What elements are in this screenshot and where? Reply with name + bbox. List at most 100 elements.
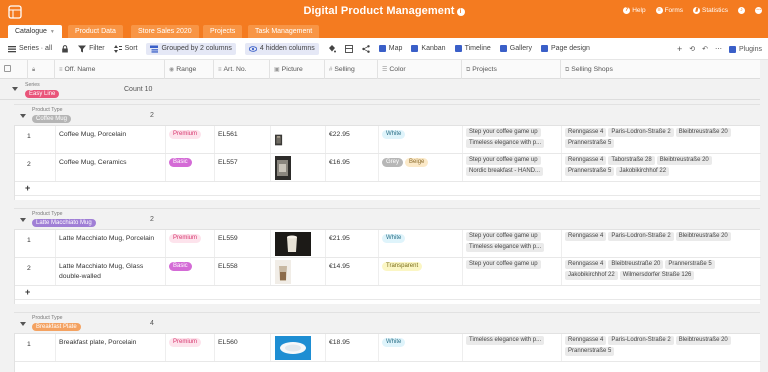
shop-link[interactable]: Bleibtreustraße 20 bbox=[656, 156, 712, 165]
project-link[interactable]: Nordic breakfast - HAND... bbox=[466, 167, 544, 176]
art-no-cell[interactable]: EL557 bbox=[215, 154, 271, 181]
shop-link[interactable]: Wilmersdorfer Straße 126 bbox=[619, 271, 695, 280]
project-link[interactable]: Step your coffee game up bbox=[466, 156, 541, 165]
art-no-cell[interactable]: EL558 bbox=[215, 258, 271, 285]
tab-task-management[interactable]: Task Management bbox=[248, 25, 320, 38]
shop-link[interactable]: Bleibtreustraße 20 bbox=[608, 260, 664, 269]
shop-link[interactable]: Jakobikirchhof 22 bbox=[616, 167, 670, 176]
filter-button[interactable]: Filter bbox=[78, 45, 105, 53]
table-row[interactable]: 1 Breakfast plate, Porcelain Premium EL5… bbox=[15, 334, 761, 362]
collapse-icon[interactable] bbox=[20, 218, 26, 222]
shop-link[interactable]: Taborstraße 28 bbox=[608, 156, 655, 165]
select-all-checkbox[interactable] bbox=[0, 60, 28, 79]
projects-cell[interactable]: Timeless elegance with p... bbox=[463, 334, 562, 361]
vertical-scrollbar[interactable] bbox=[760, 60, 768, 372]
tab-projects[interactable]: Projects bbox=[203, 25, 243, 38]
shop-link[interactable]: Renngasse 4 bbox=[565, 336, 607, 345]
row-height-button[interactable] bbox=[344, 44, 353, 53]
timeline-button[interactable]: Timeline bbox=[454, 45, 491, 52]
picture-cell[interactable] bbox=[271, 154, 326, 181]
color-rows-button[interactable] bbox=[328, 44, 336, 53]
range-cell[interactable]: Basic bbox=[166, 154, 215, 181]
add-row-button[interactable]: + bbox=[15, 286, 761, 300]
undo-icon[interactable]: ↶ bbox=[702, 45, 708, 53]
column-off-name[interactable]: ≡ Off. Name bbox=[55, 60, 165, 79]
range-cell[interactable]: Premium bbox=[166, 334, 215, 361]
projects-cell[interactable]: Step your coffee game up bbox=[463, 258, 562, 285]
selling-shops-cell[interactable]: Renngasse 4 Paris-Lodron-Straße 2 Bleibtre… bbox=[562, 126, 761, 153]
picture-cell[interactable] bbox=[271, 230, 326, 257]
product-type-group-header[interactable]: Product Type Latte Macchiato Mug 2 bbox=[14, 208, 760, 230]
color-cell[interactable]: White bbox=[379, 126, 463, 153]
tab-catalogue[interactable]: Catalogue ▼ bbox=[8, 25, 62, 38]
art-no-cell[interactable]: EL561 bbox=[215, 126, 271, 153]
art-no-cell[interactable]: EL560 bbox=[215, 334, 271, 361]
shop-link[interactable]: Prannerstraße 5 bbox=[565, 139, 615, 148]
page-design-button[interactable]: Page design bbox=[540, 45, 590, 52]
column-selling[interactable]: # Selling bbox=[325, 60, 378, 79]
chevron-down-icon[interactable]: ▼ bbox=[50, 29, 55, 35]
off-name-cell[interactable]: Latte Macchiato Mug, Glass double-walled bbox=[56, 258, 166, 285]
view-selector[interactable]: Series · all bbox=[8, 45, 52, 53]
shop-link[interactable]: Prannerstraße 5 bbox=[565, 347, 615, 356]
shop-link[interactable]: Jakobikirchhof 22 bbox=[565, 271, 618, 280]
gallery-button[interactable]: Gallery bbox=[499, 45, 532, 52]
selling-shops-cell[interactable]: Renngasse 4 Bleibtreustraße 20 Prannerstra… bbox=[562, 258, 761, 285]
info-icon[interactable]: i bbox=[456, 8, 465, 16]
column-selling-shops[interactable]: ⧉ Selling Shops bbox=[561, 60, 760, 79]
color-cell[interactable]: Transparent bbox=[379, 258, 463, 285]
shop-link[interactable]: Prannerstraße 5 bbox=[665, 260, 715, 269]
sort-button[interactable]: Sort bbox=[113, 44, 137, 53]
group-button[interactable]: Grouped by 2 columns bbox=[146, 42, 236, 55]
selling-shops-cell[interactable]: Renngasse 4 Paris-Lodron-Straße 2 Bleibtre… bbox=[562, 230, 761, 257]
notifications-button[interactable]: ♪ bbox=[738, 7, 745, 14]
selling-cell[interactable]: €14.95 bbox=[326, 258, 379, 285]
shop-link[interactable]: Renngasse 4 bbox=[565, 260, 607, 269]
hidden-columns-button[interactable]: 4 hidden columns bbox=[244, 42, 319, 55]
off-name-cell[interactable]: Latte Macchiato Mug, Porcelain bbox=[56, 230, 166, 257]
tab-store-sales[interactable]: Store Sales 2020 bbox=[131, 25, 199, 38]
range-cell[interactable]: Basic bbox=[166, 258, 215, 285]
shop-link[interactable]: Bleibtreustraße 20 bbox=[675, 232, 731, 241]
series-group-header[interactable]: Series Easy Line Count 10 bbox=[0, 79, 760, 100]
range-cell[interactable]: Premium bbox=[166, 126, 215, 153]
shop-link[interactable]: Renngasse 4 bbox=[565, 156, 607, 165]
table-row[interactable]: 1 Latte Macchiato Mug, Porcelain Premium… bbox=[15, 230, 761, 258]
art-no-cell[interactable]: EL559 bbox=[215, 230, 271, 257]
project-link[interactable]: Timeless elegance with p... bbox=[466, 336, 545, 345]
project-link[interactable]: Step your coffee game up bbox=[466, 232, 541, 241]
column-color[interactable]: ☰ Color bbox=[378, 60, 462, 79]
picture-cell[interactable] bbox=[271, 258, 326, 285]
range-cell[interactable]: Premium bbox=[166, 230, 215, 257]
table-row[interactable]: 2 Latte Macchiato Mug, Glass double-wall… bbox=[15, 258, 761, 286]
map-button[interactable]: Map bbox=[378, 45, 402, 52]
kanban-button[interactable]: Kanban bbox=[411, 45, 446, 52]
color-cell[interactable]: White bbox=[379, 334, 463, 361]
project-link[interactable]: Timeless elegance with p... bbox=[466, 139, 545, 148]
column-art-no[interactable]: ≡ Art. No. bbox=[214, 60, 270, 79]
project-link[interactable]: Timeless elegance with p... bbox=[466, 243, 545, 252]
off-name-cell[interactable]: Coffee Mug, Ceramics bbox=[56, 154, 166, 181]
projects-cell[interactable]: Step your coffee game up Nordic breakfast… bbox=[463, 154, 562, 181]
projects-cell[interactable]: Step your coffee game up Timeless eleganc… bbox=[463, 126, 562, 153]
more-button[interactable]: ⋯ bbox=[755, 7, 762, 14]
selling-cell[interactable]: €21.95 bbox=[326, 230, 379, 257]
selling-cell[interactable]: €16.95 bbox=[326, 154, 379, 181]
off-name-cell[interactable]: Coffee Mug, Porcelain bbox=[56, 126, 166, 153]
shop-link[interactable]: Prannerstraße 5 bbox=[565, 167, 615, 176]
color-cell[interactable]: White bbox=[379, 230, 463, 257]
shop-link[interactable]: Renngasse 4 bbox=[565, 128, 607, 137]
shop-link[interactable]: Paris-Lodron-Straße 2 bbox=[608, 336, 674, 345]
selling-cell[interactable]: €18.95 bbox=[326, 334, 379, 361]
add-row-button[interactable]: + bbox=[15, 182, 761, 196]
shop-link[interactable]: Bleibtreustraße 20 bbox=[675, 336, 731, 345]
off-name-cell[interactable]: Breakfast plate, Porcelain bbox=[56, 334, 166, 361]
collapse-icon[interactable] bbox=[20, 322, 26, 326]
selling-shops-cell[interactable]: Renngasse 4 Taborstraße 28 Bleibtreustraße… bbox=[562, 154, 761, 181]
column-picture[interactable]: ▣ Picture bbox=[270, 60, 325, 79]
more-options-icon[interactable]: ⋯ bbox=[715, 45, 722, 53]
shop-link[interactable]: Paris-Lodron-Straße 2 bbox=[608, 128, 674, 137]
projects-cell[interactable]: Step your coffee game up Timeless eleganc… bbox=[463, 230, 562, 257]
product-type-group-header[interactable]: Product Type Breakfast Plate 4 bbox=[14, 312, 760, 334]
column-projects[interactable]: ⧉ Projects bbox=[462, 60, 561, 79]
